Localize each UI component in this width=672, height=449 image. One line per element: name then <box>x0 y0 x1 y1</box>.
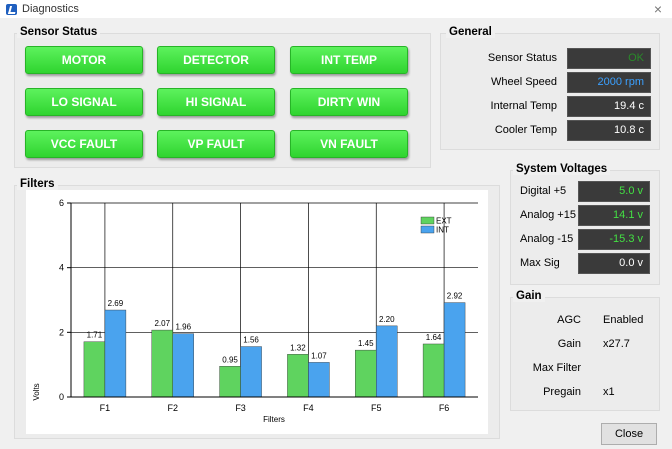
voltage-label: Digital +5 <box>520 185 567 197</box>
bar-int <box>240 346 262 398</box>
data-label: 2.92 <box>447 292 463 301</box>
bar-ext <box>355 349 377 398</box>
sensor-button-vn-fault: VN FAULT <box>290 130 408 158</box>
sensor-button-vp-fault: VP FAULT <box>157 130 275 158</box>
y-tick-label: 2 <box>59 327 64 337</box>
voltage-value: 14.1 v <box>578 205 650 226</box>
data-label: 1.32 <box>290 343 306 352</box>
voltage-value: -15.3 v <box>578 229 650 250</box>
gain-label: AGC <box>557 314 581 326</box>
x-tick-label: F3 <box>235 403 246 413</box>
general-value: OK <box>567 48 651 69</box>
data-label: 1.07 <box>311 351 327 360</box>
bar-ext <box>219 366 241 398</box>
general-value: 19.4 c <box>567 96 651 117</box>
voltage-label: Max Sig <box>520 257 560 269</box>
close-icon[interactable]: × <box>654 1 662 17</box>
sensor-status-title: Sensor Status <box>17 26 101 38</box>
legend-label: EXT <box>436 217 452 226</box>
gain-label: Pregain <box>543 386 581 398</box>
general-label: Wheel Speed <box>490 76 557 88</box>
voltage-value: 0.0 v <box>578 253 650 274</box>
x-tick-label: F5 <box>371 403 382 413</box>
bar-ext <box>151 329 173 398</box>
voltage-label: Analog -15 <box>520 233 574 245</box>
voltage-label: Analog +15 <box>520 209 576 221</box>
x-tick-label: F1 <box>100 403 111 413</box>
x-tick-label: F6 <box>439 403 450 413</box>
data-label: 1.56 <box>243 336 259 345</box>
data-label: 2.69 <box>108 299 124 308</box>
gain-label: Max Filter <box>532 362 581 374</box>
sensor-button-motor: MOTOR <box>25 46 143 74</box>
gain-value: x1 <box>603 386 615 398</box>
data-label: 0.95 <box>222 355 238 364</box>
gain-title: Gain <box>513 290 545 302</box>
sensor-button-detector: DETECTOR <box>157 46 275 74</box>
window-title: Diagnostics <box>22 3 79 15</box>
x-axis-label: Filters <box>263 415 285 424</box>
bar-int <box>376 325 398 398</box>
sensor-button-dirty-win: DIRTY WIN <box>290 88 408 116</box>
bar-int <box>172 333 194 398</box>
system-voltages-title: System Voltages <box>513 163 611 175</box>
legend-swatch-ext <box>420 216 435 225</box>
data-label: 1.71 <box>87 331 103 340</box>
y-tick-label: 4 <box>59 263 64 273</box>
bar-ext <box>422 343 445 398</box>
sensor-button-int-temp: INT TEMP <box>290 46 408 74</box>
x-tick-label: F2 <box>167 403 178 413</box>
y-tick-label: 0 <box>59 392 64 402</box>
bar-ext <box>83 341 106 398</box>
general-label: Internal Temp <box>490 100 557 112</box>
close-button[interactable]: Close <box>601 423 657 445</box>
filters-chart: 0 2 4 6 F1 1.71 2.69 F2 2.07 1.96 F3 0.95 1.56 F4 1.32… <box>26 190 488 434</box>
voltage-value: 5.0 v <box>578 181 650 202</box>
legend-label: INT <box>436 226 449 235</box>
general-label: Cooler Temp <box>494 124 557 136</box>
y-axis-label: Volts <box>32 383 41 400</box>
general-value: 2000 rpm <box>567 72 651 93</box>
general-label: Sensor Status <box>487 52 557 64</box>
app-icon <box>6 4 17 15</box>
gain-value: Enabled <box>603 314 644 326</box>
title-bar: Diagnostics × <box>0 0 672 18</box>
gain-value: x27.7 <box>603 338 630 350</box>
bar-int <box>443 302 466 398</box>
general-title: General <box>446 26 495 38</box>
data-label: 1.45 <box>358 339 374 348</box>
bar-ext <box>287 354 309 398</box>
bar-int <box>308 362 330 398</box>
sensor-button-hi-signal: HI SIGNAL <box>157 88 275 116</box>
data-label: 1.96 <box>175 323 191 332</box>
sensor-button-vcc-fault: VCC FAULT <box>25 130 143 158</box>
general-value: 10.8 c <box>567 120 651 141</box>
data-label: 2.20 <box>379 315 395 324</box>
x-tick-label: F4 <box>303 403 314 413</box>
legend-swatch-int <box>420 225 435 234</box>
y-tick-label: 6 <box>59 198 64 208</box>
gain-label: Gain <box>557 338 581 350</box>
data-label: 1.64 <box>426 333 442 342</box>
sensor-button-lo-signal: LO SIGNAL <box>25 88 143 116</box>
data-label: 2.07 <box>154 319 170 328</box>
filters-title: Filters <box>17 178 58 190</box>
bar-int <box>104 309 127 398</box>
